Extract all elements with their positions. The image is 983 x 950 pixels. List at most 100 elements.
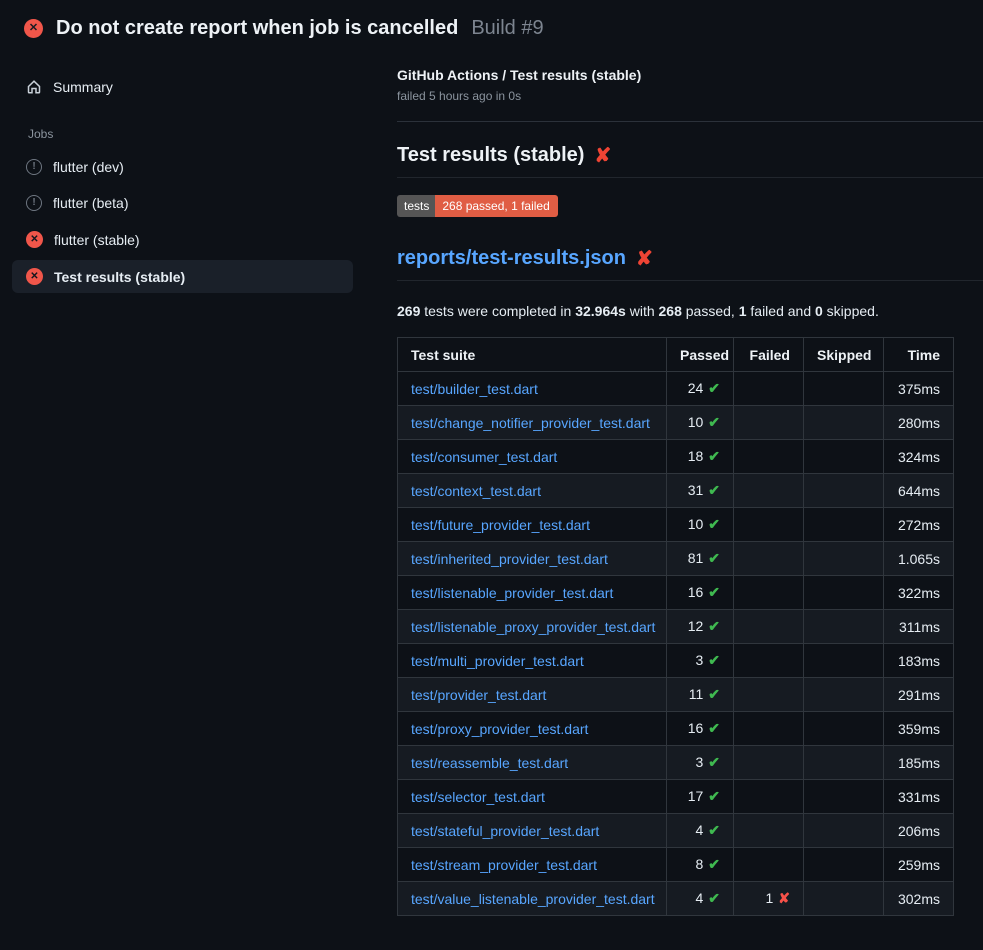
passed-cell: 8✔ (667, 848, 734, 882)
passed-cell: 10✔ (667, 406, 734, 440)
test-suite-link[interactable]: test/inherited_provider_test.dart (411, 551, 608, 567)
x-circle-icon: ✕ (24, 19, 43, 38)
time-cell: 331ms (884, 780, 954, 814)
job-label: Test results (stable) (54, 269, 185, 285)
sidebar-item-label: Summary (53, 79, 113, 95)
passed-cell: 3✔ (667, 644, 734, 678)
suite-cell: test/selector_test.dart (398, 780, 667, 814)
passed-cell: 11✔ (667, 678, 734, 712)
suite-cell: test/future_provider_test.dart (398, 508, 667, 542)
test-suite-link[interactable]: test/multi_provider_test.dart (411, 653, 584, 669)
x-circle-icon: ✕ (26, 268, 43, 285)
x-icon: ✘ (778, 890, 790, 906)
skipped-cell (804, 610, 884, 644)
suite-cell: test/listenable_proxy_provider_test.dart (398, 610, 667, 644)
table-row: test/value_listenable_provider_test.dart… (398, 882, 954, 916)
col-skipped: Skipped (804, 338, 884, 372)
failed-cell (734, 814, 804, 848)
passed-cell: 31✔ (667, 474, 734, 508)
skipped-cell (804, 678, 884, 712)
divider (397, 121, 983, 122)
x-circle-icon: ✕ (26, 231, 43, 248)
suite-cell: test/inherited_provider_test.dart (398, 542, 667, 576)
suite-cell: test/multi_provider_test.dart (398, 644, 667, 678)
breadcrumb: GitHub Actions / Test results (stable) (397, 67, 983, 83)
test-suite-link[interactable]: test/stream_provider_test.dart (411, 857, 597, 873)
test-suite-link[interactable]: test/value_listenable_provider_test.dart (411, 891, 655, 907)
sidebar-item-summary[interactable]: Summary (12, 71, 353, 103)
cancelled-icon: ! (26, 195, 42, 211)
failed-cell (734, 406, 804, 440)
test-suite-link[interactable]: test/context_test.dart (411, 483, 541, 499)
table-row: test/proxy_provider_test.dart16✔359ms (398, 712, 954, 746)
time-cell: 302ms (884, 882, 954, 916)
skipped-cell (804, 882, 884, 916)
suite-cell: test/provider_test.dart (398, 678, 667, 712)
failed-cell (734, 610, 804, 644)
failed-cell (734, 746, 804, 780)
test-suite-link[interactable]: test/listenable_proxy_provider_test.dart (411, 619, 655, 635)
test-suite-link[interactable]: test/provider_test.dart (411, 687, 546, 703)
skipped-cell (804, 780, 884, 814)
page-title: Do not create report when job is cancell… (56, 17, 458, 40)
sidebar-job-item[interactable]: ✕flutter (stable) (12, 223, 353, 256)
failed-cell (734, 848, 804, 882)
sidebar-job-item[interactable]: ! flutter (dev) (12, 151, 353, 183)
suite-cell: test/stateful_provider_test.dart (398, 814, 667, 848)
badge-label: tests (397, 195, 435, 217)
check-icon: ✔ (708, 788, 720, 804)
report-file-link[interactable]: reports/test-results.json (397, 247, 626, 270)
time-cell: 324ms (884, 440, 954, 474)
skipped-cell (804, 508, 884, 542)
tests-badge: tests 268 passed, 1 failed (397, 195, 558, 217)
check-icon: ✔ (708, 652, 720, 668)
summary-sentence: 269 tests were completed in 32.964s with… (397, 303, 983, 319)
test-suite-link[interactable]: test/reassemble_test.dart (411, 755, 568, 771)
table-row: test/selector_test.dart 17✔ 331ms (398, 780, 954, 814)
table-row: test/stateful_provider_test.dart4✔206ms (398, 814, 954, 848)
time-cell: 185ms (884, 746, 954, 780)
cross-mark-icon: ✘ (636, 249, 653, 269)
check-icon: ✔ (708, 686, 720, 702)
failed-cell (734, 644, 804, 678)
job-label: flutter (dev) (53, 159, 124, 175)
table-header-row: Test suite Passed Failed Skipped Time (398, 338, 954, 372)
report-file-heading: reports/test-results.json ✘ (397, 247, 983, 281)
layout: Summary Jobs !flutter (dev)!flutter (bet… (0, 53, 983, 916)
check-icon: ✔ (708, 584, 720, 600)
passed-cell: 17✔ (667, 780, 734, 814)
skipped-cell (804, 746, 884, 780)
test-suite-link[interactable]: test/listenable_provider_test.dart (411, 585, 613, 601)
cross-mark-icon: ✘ (594, 146, 611, 166)
cancelled-icon: ! (26, 159, 42, 175)
table-row: test/listenable_proxy_provider_test.dart… (398, 610, 954, 644)
test-suite-link[interactable]: test/future_provider_test.dart (411, 517, 590, 533)
check-icon: ✔ (708, 720, 720, 736)
sidebar: Summary Jobs !flutter (dev)!flutter (bet… (0, 53, 365, 297)
table-row: test/listenable_provider_test.dart16✔322… (398, 576, 954, 610)
test-suite-link[interactable]: test/change_notifier_provider_test.dart (411, 415, 650, 431)
sidebar-job-item[interactable]: ✕ Test results (stable) (12, 260, 353, 293)
col-time: Time (884, 338, 954, 372)
failed-cell: 1✘ (734, 882, 804, 916)
check-run-title: Test results (stable) ✘ (397, 144, 983, 178)
time-cell: 280ms (884, 406, 954, 440)
table-row: test/inherited_provider_test.dart81✔1.06… (398, 542, 954, 576)
check-icon: ✔ (708, 516, 720, 532)
table-row: test/reassemble_test.dart3✔185ms (398, 746, 954, 780)
test-suite-link[interactable]: test/builder_test.dart (411, 381, 538, 397)
jobs-list: ! flutter (dev) !flutter (beta) ✕flutter (s… (12, 151, 353, 293)
suite-cell: test/stream_provider_test.dart (398, 848, 667, 882)
table-row: test/consumer_test.dart18✔324ms (398, 440, 954, 474)
suite-cell: test/value_listenable_provider_test.dart (398, 882, 667, 916)
test-suite-link[interactable]: test/stateful_provider_test.dart (411, 823, 599, 839)
col-failed: Failed (734, 338, 804, 372)
home-icon (26, 79, 42, 95)
test-suite-link[interactable]: test/proxy_provider_test.dart (411, 721, 588, 737)
suite-cell: test/reassemble_test.dart (398, 746, 667, 780)
test-suite-link[interactable]: test/consumer_test.dart (411, 449, 557, 465)
test-suite-link[interactable]: test/selector_test.dart (411, 789, 545, 805)
sidebar-job-item[interactable]: !flutter (beta) (12, 187, 353, 219)
failed-cell (734, 712, 804, 746)
skipped-cell (804, 712, 884, 746)
